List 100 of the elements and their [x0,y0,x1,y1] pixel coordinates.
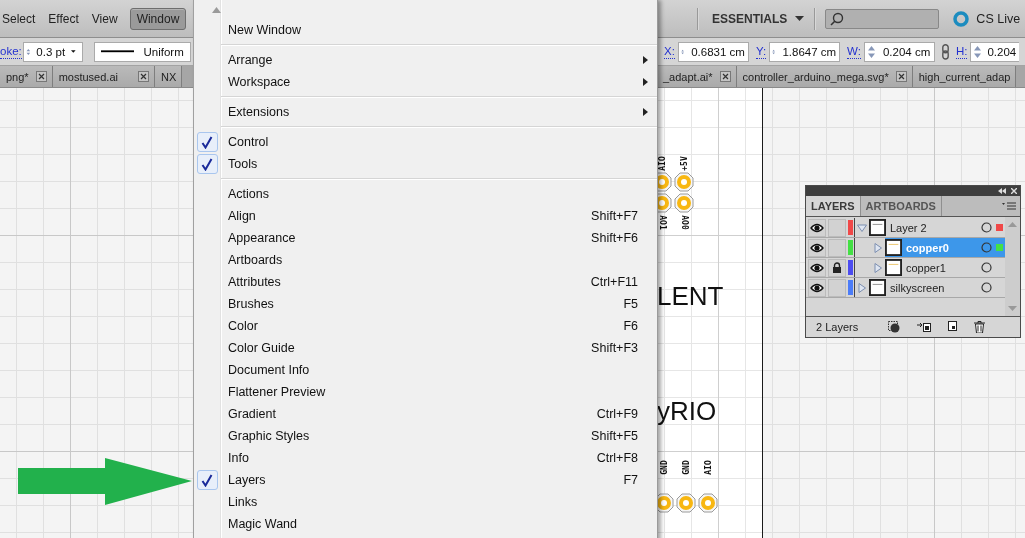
document-tab[interactable]: controller_arduino_mega.svg* [736,66,913,87]
stroke-weight-field[interactable]: 0.3 pt [22,41,83,62]
new-sublayer-icon[interactable] [917,321,932,332]
search-field[interactable] [825,8,940,29]
cs-live-label[interactable]: CS Live [976,11,1021,26]
collapse-icon[interactable] [998,188,1006,194]
document-tab[interactable]: png* [0,66,53,87]
number-field[interactable]: 0.204 cm [863,41,935,62]
solder-pad [674,193,694,213]
panel-tab[interactable]: ARTBOARDS [860,196,942,216]
layer-count: 2 Layers [816,321,859,333]
shortcut-text: Ctrl+F9 [596,407,639,421]
menu-item[interactable]: Graphic Styles Shift+F5 [194,425,657,447]
close-icon[interactable] [895,71,907,82]
lock-toggle[interactable] [828,238,846,257]
document-tab[interactable]: mostused.ai [52,66,155,87]
eye-icon [810,222,824,233]
target-icon[interactable] [981,222,992,233]
menu-item[interactable]: Actions [194,183,657,205]
visibility-toggle[interactable] [808,218,826,237]
visibility-toggle[interactable] [808,258,826,277]
scroll-up-icon[interactable] [212,6,221,13]
pin-label: GND [681,459,691,475]
menu-item[interactable]: Align Shift+F7 [194,205,657,227]
close-icon[interactable] [719,71,731,82]
trash-icon[interactable] [974,321,986,333]
expander-icon[interactable] [857,282,867,293]
stroke-link[interactable]: oke: [0,44,22,59]
menu-item[interactable]: Magic Wand [194,513,657,535]
shortcut-text: F7 [623,473,639,487]
field-link[interactable]: W: [847,44,861,59]
menu-title[interactable]: Select [1,7,37,30]
menu-item[interactable]: Links [194,491,657,513]
menu-item[interactable]: Document Info [194,359,657,381]
menu-item[interactable]: Arrange [194,49,657,71]
menu-item[interactable]: Tools [194,153,657,175]
shortcut-text: Ctrl+F11 [590,275,639,289]
menu-title[interactable]: View [90,7,119,30]
thumbnail-icon [869,219,886,236]
menu-item[interactable]: Control [194,131,657,153]
menu-item[interactable]: Extensions [194,101,657,123]
workspace-switcher[interactable]: ESSENTIALS [712,11,805,26]
menu-item[interactable]: Info Ctrl+F8 [194,447,657,469]
stroke-profile-dropdown[interactable]: Uniform [93,41,191,62]
menu-item[interactable]: Artboards [194,249,657,271]
field-link[interactable]: H: [955,44,968,59]
eye-icon [810,242,824,253]
menu-item[interactable]: Gradient Ctrl+F9 [194,403,657,425]
new-layer-icon[interactable] [948,321,958,331]
visibility-toggle[interactable] [808,238,826,257]
menu-item[interactable]: New Window [194,19,657,41]
layer-row[interactable]: Layer 2 [869,218,1005,237]
target-icon[interactable] [981,282,992,293]
target-icon[interactable] [981,242,992,253]
ring-icon[interactable] [953,10,970,27]
number-field[interactable]: 0.6831 cm [677,41,749,62]
menu-item[interactable]: Layers F7 [194,469,657,491]
panel-menu-icon[interactable] [1002,202,1016,210]
menu-item[interactable]: Appearance Shift+F6 [194,227,657,249]
eye-icon [810,262,824,273]
menu-item[interactable]: Workspace [194,71,657,93]
search-icon [830,11,845,26]
menu-item[interactable]: Brushes F5 [194,293,657,315]
expander-icon[interactable] [873,242,883,253]
document-tab[interactable]: _adapt.ai* [657,66,737,87]
pin-label: GND [659,459,669,475]
menu-item[interactable]: Flattener Preview [194,381,657,403]
menu-item[interactable]: Attributes Ctrl+F11 [194,271,657,293]
field-link[interactable]: X: [664,44,675,59]
expander-icon[interactable] [857,222,867,233]
close-icon[interactable] [35,71,47,82]
spinner-icon[interactable] [866,43,876,60]
document-tab[interactable]: high_current_adap [912,66,1017,87]
menu-item[interactable]: Color F6 [194,315,657,337]
document-tab[interactable]: NX [154,66,183,87]
visibility-toggle[interactable] [808,278,826,297]
close-icon[interactable] [137,71,149,82]
layer-row[interactable]: copper1 [885,258,1005,277]
menu-title[interactable]: Window [129,7,187,30]
panel-tab[interactable]: LAYERS [806,196,861,216]
shortcut-text: Ctrl+F8 [596,451,639,465]
menu-title[interactable]: Effect [47,7,80,30]
pin-label: AIO [703,459,713,475]
target-icon[interactable] [981,262,992,273]
chain-link-icon[interactable] [941,43,949,60]
number-field[interactable]: 1.8647 cm [769,41,841,62]
number-field[interactable]: 0.204 [970,41,1020,62]
spinner-icon[interactable] [973,43,983,60]
solder-pad [676,493,696,513]
thumbnail-icon [885,239,902,256]
menu-item[interactable]: Color Guide Shift+F3 [194,337,657,359]
layer-row[interactable]: silkyscreen [869,278,1005,297]
expander-icon[interactable] [873,262,883,273]
lock-toggle[interactable] [828,278,846,297]
lock-toggle[interactable] [828,218,846,237]
clipping-mask-icon[interactable] [888,321,901,333]
caret-icon [71,49,76,54]
field-link[interactable]: Y: [755,44,767,59]
shortcut-text: Shift+F3 [591,341,639,355]
lock-toggle[interactable] [828,258,846,277]
